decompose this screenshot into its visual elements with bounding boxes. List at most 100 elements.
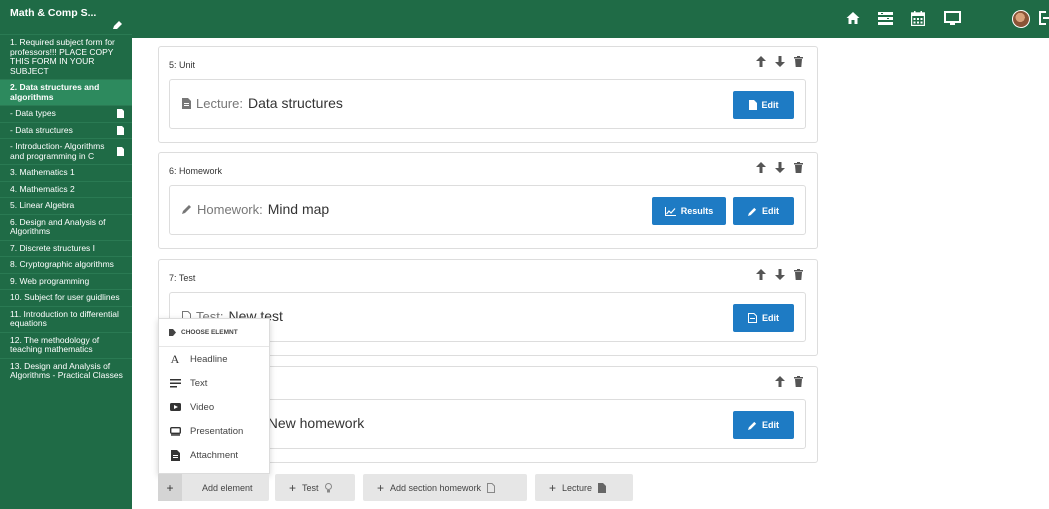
- sidebar-item[interactable]: 9. Web programming: [0, 272, 132, 290]
- edit-label: Edit: [762, 206, 779, 216]
- document-outline-icon: [487, 482, 496, 493]
- sidebar-item[interactable]: 3. Mathematics 1: [0, 164, 132, 181]
- sidebar-item[interactable]: 4. Mathematics 2: [0, 180, 132, 198]
- headline-icon: A: [170, 351, 180, 366]
- document-icon: [117, 125, 124, 135]
- document-outline-icon: [748, 313, 757, 323]
- sidebar-item-label: 1. Required subject form for professors!…: [10, 37, 115, 76]
- card-kind: Homework:: [197, 201, 263, 217]
- menu-item-video[interactable]: Video: [159, 395, 269, 419]
- trash-icon[interactable]: [794, 56, 803, 67]
- menu-item-text[interactable]: Text: [159, 371, 269, 395]
- sidebar-item[interactable]: 10. Subject for user guidlines: [0, 289, 132, 306]
- lecture-card[interactable]: Lecture: Data structures Edit: [169, 79, 806, 129]
- video-icon: [169, 403, 181, 411]
- sidebar-item-label: 8. Cryptographic algorithms: [10, 259, 114, 269]
- plus-icon: +: [377, 480, 385, 495]
- sidebar-item-label: 9. Web programming: [10, 275, 90, 286]
- pencil-icon: [748, 207, 757, 216]
- edit-button[interactable]: Edit: [733, 91, 794, 119]
- card-kind: Lecture:: [196, 95, 243, 111]
- section-unit: 5: Unit Lecture: Data structures Edit: [158, 46, 818, 143]
- sidebar-item-label: 2. Data structures and algorithms: [10, 82, 100, 102]
- tag-icon: [169, 329, 176, 336]
- arrow-up-icon[interactable]: [756, 269, 766, 280]
- menu-item-presentation[interactable]: Presentation: [159, 419, 269, 443]
- sidebar-item-label: 3. Mathematics 1: [10, 167, 75, 177]
- trash-icon[interactable]: [794, 376, 803, 387]
- sidebar-item[interactable]: - Introduction- Algorithms and programmi…: [0, 138, 132, 164]
- arrow-down-icon[interactable]: [775, 269, 785, 280]
- arrow-up-icon[interactable]: [756, 162, 766, 173]
- arrow-up-icon[interactable]: [775, 376, 785, 387]
- presentation-icon: [169, 426, 181, 436]
- sidebar-item[interactable]: 7. Discrete structures I: [0, 239, 132, 257]
- sidebar-item-label: 4. Mathematics 2: [10, 183, 75, 194]
- lightbulb-icon: [324, 482, 332, 492]
- sidebar-item[interactable]: 13. Design and Analysis of Algorithms - …: [0, 357, 132, 384]
- menu-header: CHOOSE ELEMNT: [159, 319, 269, 347]
- sidebar: Math & Comp S... 1. Required subject for…: [0, 0, 132, 509]
- choose-element-menu: CHOOSE ELEMNT A Headline Text Video Pres…: [158, 318, 270, 474]
- add-lecture-button[interactable]: + Lecture: [535, 474, 633, 501]
- document-icon: [182, 97, 191, 109]
- plus-icon: +: [549, 480, 557, 495]
- arrow-down-icon[interactable]: [775, 162, 785, 173]
- edit-course-icon[interactable]: [112, 21, 122, 30]
- sidebar-item[interactable]: - Data types: [0, 105, 132, 122]
- menu-item-attachment[interactable]: Attachment: [159, 443, 269, 467]
- text-icon: [169, 378, 181, 388]
- section-title: 6: Homework: [169, 166, 223, 176]
- edit-label: Edit: [762, 420, 779, 430]
- edit-button[interactable]: Edit: [733, 304, 794, 332]
- sidebar-item[interactable]: 2. Data structures and algorithms: [0, 79, 132, 105]
- edit-button[interactable]: Edit: [733, 411, 794, 439]
- card-name: Mind map: [267, 201, 330, 217]
- plus-icon: +: [158, 474, 182, 501]
- menu-item-headline[interactable]: A Headline: [159, 347, 269, 371]
- document-icon: [117, 109, 124, 119]
- add-test-button[interactable]: + Test: [275, 474, 355, 501]
- sidebar-item[interactable]: 6. Design and Analysis of Algorithms: [0, 213, 132, 240]
- list-icon[interactable]: [878, 11, 893, 25]
- add-lecture-label: Lecture: [562, 482, 593, 493]
- edit-label: Edit: [762, 313, 779, 323]
- homework-card[interactable]: Homework: Mind map Results Edit: [169, 185, 806, 235]
- add-element-label: Add element: [202, 482, 253, 493]
- card-name: Data structures: [247, 95, 343, 111]
- sidebar-item[interactable]: 8. Cryptographic algorithms: [0, 256, 132, 273]
- course-title[interactable]: Math & Comp S...: [0, 0, 132, 34]
- sidebar-item-label: - Introduction- Algorithms and programmi…: [10, 141, 105, 161]
- trash-icon[interactable]: [794, 162, 803, 173]
- user-avatar[interactable]: [1012, 10, 1030, 28]
- menu-item-label: Video: [190, 401, 215, 413]
- monitor-icon[interactable]: [944, 11, 961, 26]
- add-test-label: Test: [302, 482, 319, 493]
- results-label: Results: [680, 206, 714, 216]
- sidebar-item-label: 12. The methodology of teaching mathemat…: [10, 334, 100, 354]
- add-element-button[interactable]: + Add element: [158, 474, 269, 501]
- home-icon[interactable]: [846, 11, 860, 25]
- plus-icon: +: [289, 480, 297, 495]
- trash-icon[interactable]: [794, 269, 803, 280]
- sidebar-item[interactable]: 5. Linear Algebra: [0, 197, 132, 214]
- logout-icon[interactable]: [1038, 11, 1049, 25]
- course-title-text: Math & Comp S...: [10, 7, 97, 19]
- sidebar-item-label: - Data structures: [10, 124, 73, 135]
- edit-button[interactable]: Edit: [733, 197, 794, 225]
- sidebar-item[interactable]: 11. Introduction to differential equatio…: [0, 305, 132, 332]
- sidebar-item[interactable]: 12. The methodology of teaching mathemat…: [0, 331, 132, 358]
- menu-header-text: CHOOSE ELEMNT: [181, 329, 238, 336]
- arrow-up-icon[interactable]: [756, 56, 766, 67]
- chart-icon: [664, 206, 676, 216]
- sidebar-item-label: - Data types: [10, 108, 56, 118]
- add-section-homework-button[interactable]: + Add section homework: [363, 474, 527, 501]
- add-section-homework-label: Add section homework: [390, 482, 482, 493]
- calendar-icon[interactable]: [911, 11, 925, 26]
- arrow-down-icon[interactable]: [775, 56, 785, 67]
- sidebar-item[interactable]: 1. Required subject form for professors!…: [0, 34, 132, 79]
- sidebar-item-label: 5. Linear Algebra: [10, 200, 75, 210]
- sidebar-item-label: 6. Design and Analysis of Algorithms: [10, 216, 106, 236]
- results-button[interactable]: Results: [652, 197, 726, 225]
- sidebar-item[interactable]: - Data structures: [0, 121, 132, 139]
